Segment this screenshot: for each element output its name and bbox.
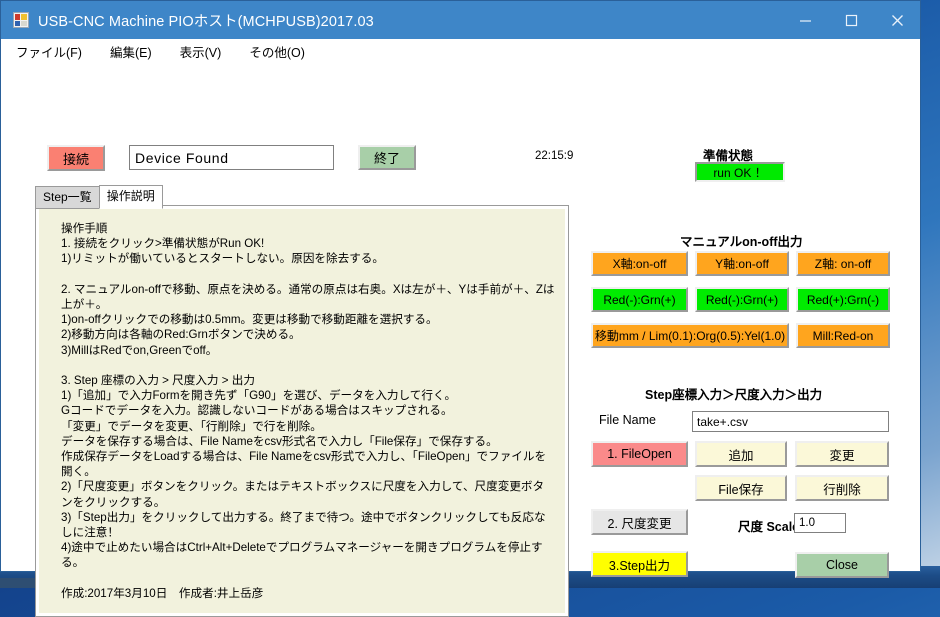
file-name-label: File Name xyxy=(599,413,656,427)
z-axis-direction-button[interactable]: Red(+):Grn(-) xyxy=(796,287,890,312)
menu-item-other[interactable]: その他(O) xyxy=(248,40,306,63)
clock-display: 22:15:9 xyxy=(535,150,573,162)
y-axis-onoff-button[interactable]: Y軸:on-off xyxy=(695,251,789,276)
maximize-button[interactable] xyxy=(828,1,874,39)
maximize-icon xyxy=(845,14,858,27)
client-area: 接続 Device Found 終了 22:15:9 Step一覧 操作説明 操… xyxy=(1,65,920,571)
close-dialog-button[interactable]: Close xyxy=(795,552,889,578)
window-title: USB-CNC Machine PIOホスト(MCHPUSB)2017.03 xyxy=(38,10,374,31)
connect-button[interactable]: 接続 xyxy=(47,145,105,171)
menu-bar: ファイル(F) 編集(E) 表示(V) その他(O) xyxy=(1,39,920,65)
device-status-field[interactable]: Device Found xyxy=(129,145,334,170)
minimize-button[interactable] xyxy=(782,1,828,39)
application-window: USB-CNC Machine PIOホスト(MCHPUSB)2017.03 xyxy=(0,0,921,572)
quit-button[interactable]: 終了 xyxy=(358,145,416,170)
y-axis-direction-button[interactable]: Red(-):Grn(+) xyxy=(695,287,789,312)
menu-item-view[interactable]: 表示(V) xyxy=(179,40,223,63)
z-axis-onoff-button[interactable]: Z軸: on-off xyxy=(796,251,890,276)
file-save-button[interactable]: File保存 xyxy=(695,475,787,501)
menu-item-edit[interactable]: 編集(E) xyxy=(109,40,153,63)
x-axis-direction-button[interactable]: Red(-):Grn(+) xyxy=(591,287,688,312)
x-axis-onoff-button[interactable]: X軸:on-off xyxy=(591,251,688,276)
file-open-button[interactable]: 1. FileOpen xyxy=(591,441,688,467)
change-row-button[interactable]: 変更 xyxy=(795,441,889,467)
manual-output-label: マニュアルon-off出力 xyxy=(680,231,803,250)
step-section-label: Step座標入力＞尺度入力＞出力 xyxy=(645,384,822,403)
add-row-button[interactable]: 追加 xyxy=(695,441,787,467)
tab-instructions[interactable]: 操作説明 xyxy=(99,185,163,209)
minimize-icon xyxy=(799,14,812,27)
step-output-button[interactable]: 3.Step出力 xyxy=(591,551,688,577)
mill-onoff-button[interactable]: Mill:Red-on xyxy=(796,323,890,348)
close-icon xyxy=(891,14,904,27)
delete-row-button[interactable]: 行削除 xyxy=(795,475,889,501)
title-bar: USB-CNC Machine PIOホスト(MCHPUSB)2017.03 xyxy=(1,1,920,39)
menu-item-file[interactable]: ファイル(F) xyxy=(15,40,83,63)
tab-strip: Step一覧 操作説明 xyxy=(35,185,162,209)
panel-divider xyxy=(581,65,582,571)
scale-input[interactable]: 1.0 xyxy=(794,513,846,533)
tab-page-instructions: 操作手順 1. 接続をクリック>準備状態がRun OK! 1)リミットが働いてい… xyxy=(35,205,569,617)
app-icon xyxy=(13,12,29,28)
tab-step-list[interactable]: Step一覧 xyxy=(35,186,100,209)
file-name-input[interactable]: take+.csv xyxy=(692,411,889,432)
close-button[interactable] xyxy=(874,1,920,39)
ready-status-indicator: run OK ！ xyxy=(695,162,785,182)
scale-change-button[interactable]: 2. 尺度変更 xyxy=(591,509,688,535)
window-controls xyxy=(782,1,920,39)
move-distance-button[interactable]: 移動mm / Lim(0.1):Org(0.5):Yel(1.0) xyxy=(591,323,789,348)
instructions-textarea[interactable]: 操作手順 1. 接続をクリック>準備状態がRun OK! 1)リミットが働いてい… xyxy=(39,209,565,613)
